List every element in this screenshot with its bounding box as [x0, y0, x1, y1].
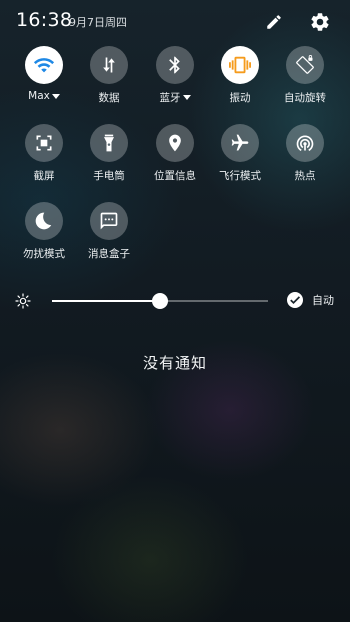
no-notifications-text: 没有通知 [142, 354, 207, 372]
brightness-row: 自动 [0, 288, 350, 314]
tile-hotspot-label: 热点 [294, 170, 316, 182]
flashlight-icon [104, 134, 114, 152]
tile-bluetooth-label: 蓝牙 [159, 92, 181, 104]
tile-flashlight[interactable]: 手电筒 [77, 124, 141, 194]
mobile-data-icon [103, 57, 115, 73]
tile-flashlight-label: 手电筒 [93, 170, 125, 182]
tile-hotspot[interactable]: 热点 [273, 124, 337, 194]
chevron-down-icon[interactable] [51, 93, 60, 99]
tile-wifi-label: Max [28, 90, 50, 102]
airplane-icon [231, 134, 249, 151]
checkmark-icon [287, 292, 303, 308]
tile-screenshot-label: 截屏 [33, 170, 55, 182]
tile-message-box-label: 消息盒子 [88, 248, 130, 260]
tile-message-box[interactable]: 消息盒子 [77, 202, 141, 272]
pencil-icon [267, 15, 281, 29]
tile-wifi[interactable]: Max [12, 46, 76, 116]
wifi-icon [33, 58, 55, 73]
edit-button[interactable] [262, 10, 286, 34]
brightness-slider[interactable] [52, 293, 268, 309]
tile-do-not-disturb-label: 勿扰模式 [23, 248, 65, 260]
tile-do-not-disturb[interactable]: 勿扰模式 [12, 202, 76, 272]
brightness-slider-fill [52, 300, 160, 302]
screenshot-icon [36, 135, 52, 151]
clock: 16:38 [16, 9, 73, 31]
tile-location-label: 位置信息 [154, 170, 196, 182]
location-icon [169, 134, 181, 152]
tile-screenshot[interactable]: 截屏 [12, 124, 76, 194]
tile-auto-rotate-label: 自动旋转 [284, 92, 326, 104]
tile-mobile-data[interactable]: 数据 [77, 46, 141, 116]
moon-icon [35, 212, 52, 230]
auto-brightness-toggle[interactable]: 自动 [287, 292, 334, 308]
tile-location[interactable]: 位置信息 [143, 124, 207, 194]
tile-bluetooth[interactable]: 蓝牙 [143, 46, 207, 116]
bluetooth-icon [169, 56, 180, 74]
message-box-icon [100, 212, 118, 230]
tile-vibrate-label: 振动 [229, 92, 251, 104]
tile-auto-rotate[interactable]: 自动旋转 [273, 46, 337, 116]
tile-airplane-mode[interactable]: 飞行模式 [208, 124, 272, 194]
date: 9月7日周四 [69, 16, 127, 29]
status-bar: 16:38 9月7日周四 [0, 0, 350, 44]
brightness-icon [15, 293, 31, 309]
chevron-down-icon[interactable] [182, 95, 191, 100]
settings-button[interactable] [308, 10, 332, 34]
gear-icon [311, 13, 329, 31]
vibrate-icon [229, 56, 251, 74]
auto-rotate-icon [296, 55, 314, 74]
tile-airplane-mode-label: 飞行模式 [219, 170, 261, 182]
brightness-slider-thumb[interactable] [152, 293, 168, 309]
auto-brightness-label: 自动 [312, 294, 334, 307]
tile-mobile-data-label: 数据 [98, 92, 120, 104]
tile-vibrate[interactable]: 振动 [208, 46, 272, 116]
hotspot-icon [296, 135, 314, 152]
